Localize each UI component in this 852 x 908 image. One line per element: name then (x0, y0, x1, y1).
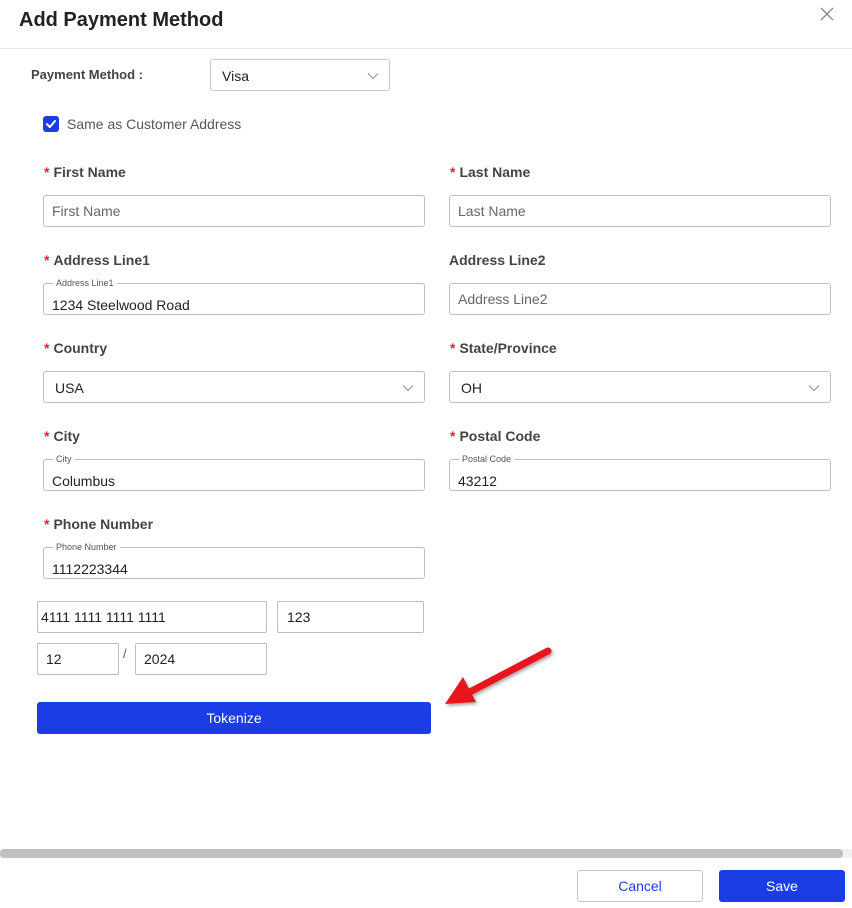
save-button[interactable]: Save (719, 870, 845, 902)
expiry-separator: / (123, 646, 127, 661)
payment-method-value: Visa (222, 68, 249, 84)
phone-label: * Phone Number (44, 516, 154, 532)
city-field[interactable]: City (43, 454, 425, 491)
red-arrow-annotation (445, 647, 552, 704)
last-name-input[interactable] (450, 196, 830, 226)
chevron-down-icon (367, 73, 379, 80)
cancel-button[interactable]: Cancel (577, 870, 703, 902)
cvv-input[interactable] (278, 602, 423, 632)
required-asterisk: * (44, 340, 50, 356)
card-number-field[interactable] (37, 601, 267, 633)
state-value: OH (461, 380, 482, 396)
card-number-input[interactable] (38, 602, 266, 632)
address-line1-field[interactable]: Address Line1 (43, 278, 425, 315)
dialog-header: Add Payment Method (0, 0, 852, 49)
same-address-checkbox[interactable] (43, 116, 59, 132)
country-value: USA (55, 380, 84, 396)
required-asterisk: * (450, 340, 456, 356)
address-line1-label: * Address Line1 (44, 252, 150, 268)
cvv-field[interactable] (277, 601, 424, 633)
required-asterisk: * (450, 428, 456, 444)
last-name-field[interactable] (449, 195, 831, 227)
required-asterisk: * (44, 428, 50, 444)
postal-code-label: * Postal Code (450, 428, 541, 444)
chevron-down-icon (402, 385, 414, 392)
address-line2-input[interactable] (450, 284, 830, 314)
city-input[interactable] (44, 460, 424, 490)
address-line2-field[interactable] (449, 283, 831, 315)
city-label: * City (44, 428, 80, 444)
required-asterisk: * (44, 252, 50, 268)
postal-code-field[interactable]: Postal Code (449, 454, 831, 491)
first-name-field[interactable] (43, 195, 425, 227)
state-select[interactable]: OH (449, 371, 831, 403)
horizontal-scrollbar[interactable] (0, 849, 852, 858)
scrollbar-thumb[interactable] (0, 849, 843, 858)
exp-month-field[interactable] (37, 643, 119, 675)
dialog-title: Add Payment Method (19, 9, 224, 31)
country-select[interactable]: USA (43, 371, 425, 403)
chevron-down-icon (808, 385, 820, 392)
payment-method-label: Payment Method : (31, 67, 143, 82)
required-asterisk: * (450, 164, 456, 180)
tokenize-button[interactable]: Tokenize (37, 702, 431, 734)
state-label: * State/Province (450, 340, 557, 356)
phone-field[interactable]: Phone Number (43, 542, 425, 579)
first-name-label: * First Name (44, 164, 126, 180)
exp-month-input[interactable] (38, 644, 118, 674)
exp-year-field[interactable] (135, 643, 267, 675)
payment-method-select[interactable]: Visa (210, 59, 390, 91)
address-line1-input[interactable] (44, 284, 424, 314)
last-name-label: * Last Name (450, 164, 531, 180)
postal-code-input[interactable] (450, 460, 830, 490)
required-asterisk: * (44, 516, 50, 532)
close-icon[interactable] (818, 5, 836, 23)
required-asterisk: * (44, 164, 50, 180)
country-label: * Country (44, 340, 108, 356)
check-icon (46, 120, 56, 128)
same-address-label: Same as Customer Address (67, 116, 242, 132)
exp-year-input[interactable] (136, 644, 266, 674)
first-name-input[interactable] (44, 196, 424, 226)
address-line2-label: Address Line2 (449, 252, 546, 268)
phone-input[interactable] (44, 548, 424, 578)
